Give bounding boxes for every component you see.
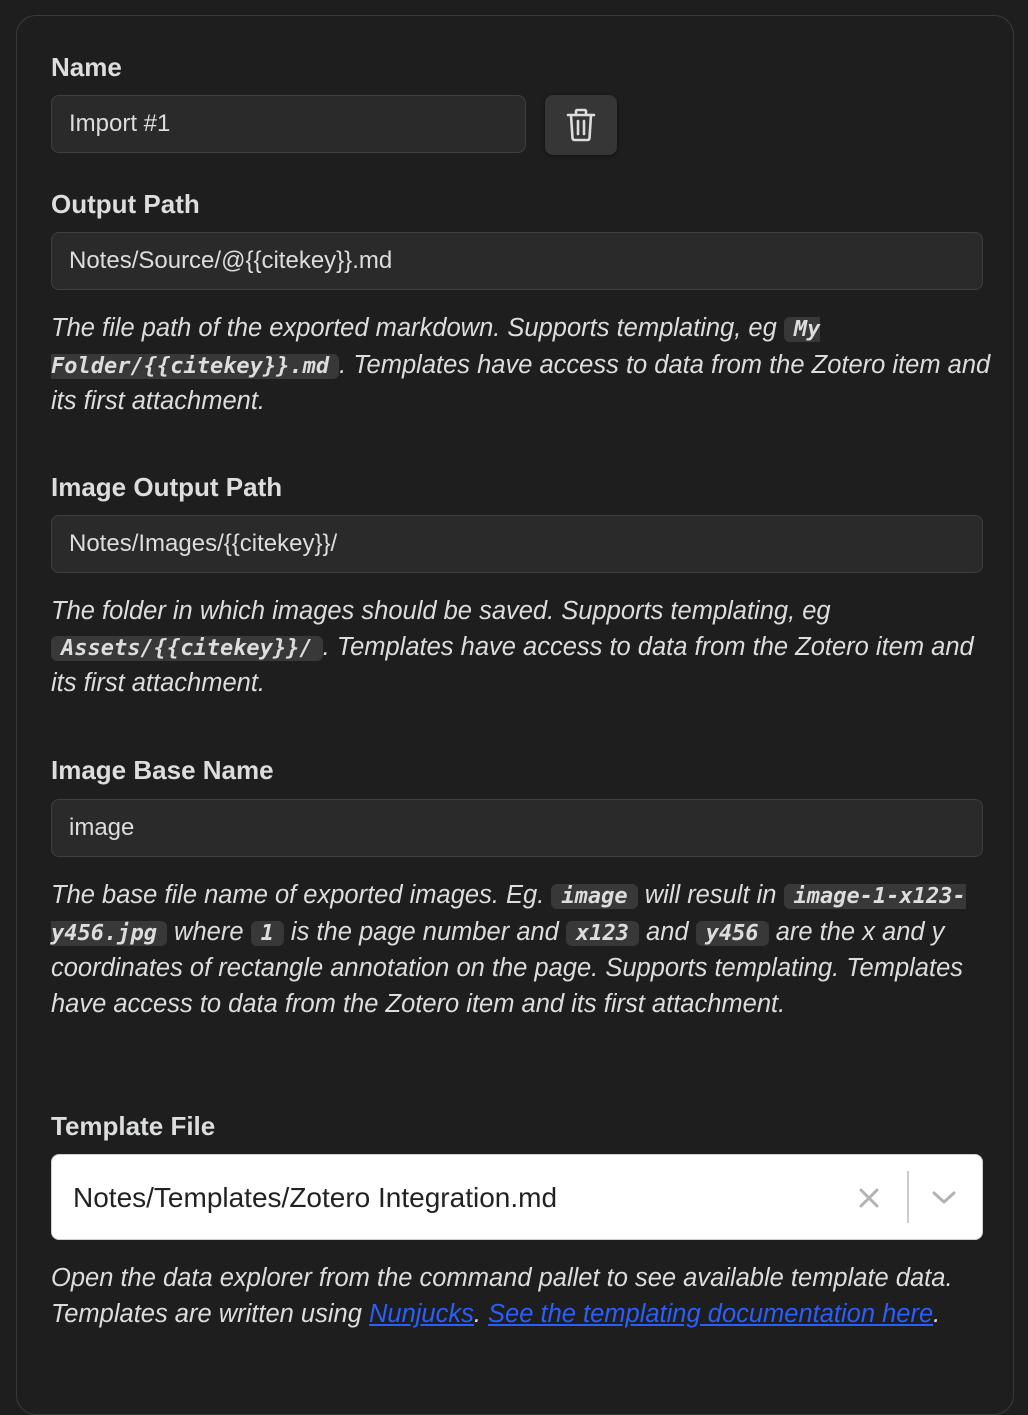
image-output-path-label: Image Output Path [51,472,283,502]
name-label: Name [51,52,122,82]
image-output-path-input[interactable] [51,515,983,573]
output-path-input[interactable] [51,232,983,290]
chevron-down-icon[interactable] [924,1179,964,1217]
close-icon[interactable] [850,1179,888,1217]
template-file-select[interactable]: Notes/Templates/Zotero Integration.md [51,1154,983,1240]
import-settings-panel: Name Output Path The file path of the ex… [16,15,1014,1415]
code-snippet: 1 [250,920,284,946]
desc-text: and [638,917,696,946]
output-path-description: The file path of the exported markdown. … [51,311,991,420]
image-output-path-description: The folder in which images should be sav… [51,594,991,702]
desc-text: . [933,1299,941,1328]
desc-text: will result in [637,881,784,909]
name-input[interactable] [51,95,526,153]
nunjucks-link[interactable]: Nunjucks [369,1300,474,1328]
code-snippet: y456 [695,920,769,946]
templating-docs-link[interactable]: See the templating documentation here [488,1300,933,1328]
desc-text: where [166,917,251,946]
desc-text: The folder in which images should be sav… [51,597,831,625]
trash-icon [566,108,596,142]
code-snippet: image [551,884,638,909]
output-path-label: Output Path [51,189,200,219]
image-base-name-input[interactable] [51,799,983,857]
desc-text: . [473,1299,489,1328]
code-snippet: x123 [565,920,639,946]
select-separator [907,1171,909,1223]
image-base-name-label: Image Base Name [51,755,274,785]
desc-text: The file path of the exported markdown. … [51,314,784,342]
template-file-selected-value: Notes/Templates/Zotero Integration.md [73,1182,558,1213]
code-snippet: Assets/{{citekey}}/ [51,635,323,661]
desc-text: is the page number and [283,917,566,946]
image-base-name-description: The base file name of exported images. E… [51,878,991,1022]
template-file-description: Open the data explorer from the command … [51,1261,991,1332]
desc-text: The base file name of exported images. E… [51,881,552,909]
template-file-label: Template File [51,1111,216,1141]
delete-import-button[interactable] [545,95,617,155]
